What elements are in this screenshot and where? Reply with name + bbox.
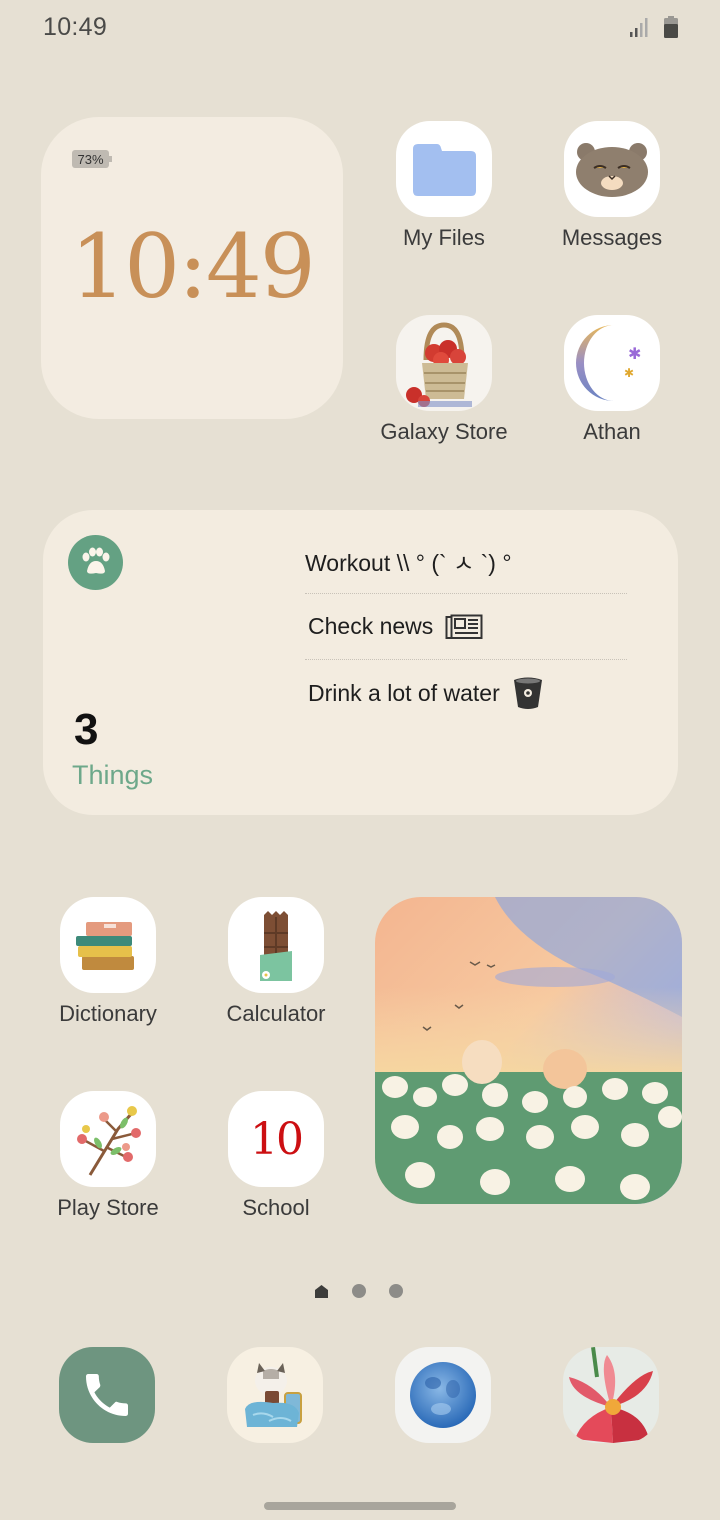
lily-flower-icon <box>569 1347 653 1443</box>
app-label: Play Store <box>57 1195 159 1220</box>
blue-moon-icon <box>410 1362 476 1428</box>
todo-count-label: Things <box>72 760 154 790</box>
widget-clock-time: 10:49 <box>70 215 316 318</box>
strawberry-basket-icon <box>396 315 492 411</box>
app-galaxy-store[interactable]: Galaxy Store <box>369 315 519 445</box>
home-gesture-bar[interactable] <box>264 1502 456 1510</box>
dock-phone[interactable] <box>59 1347 155 1443</box>
status-time: 10:49 <box>43 13 108 41</box>
widget-battery-level: 73% <box>72 150 112 168</box>
app-label: Athan <box>583 419 641 444</box>
clock-widget[interactable]: 73% 10:49 <box>41 117 343 419</box>
tulip-field-image <box>375 897 682 1204</box>
books-stack-icon <box>60 897 156 993</box>
app-label: Dictionary <box>59 1001 157 1026</box>
app-my-files[interactable]: My Files <box>369 121 519 251</box>
dock-flower-app[interactable] <box>563 1347 659 1443</box>
score-ten-icon: 10 <box>228 1091 324 1187</box>
score-ten-glyph: 10 <box>250 1113 304 1165</box>
app-label: School <box>242 1195 310 1220</box>
app-play-store[interactable]: Play Store <box>33 1091 183 1221</box>
cat-face-icon <box>564 121 660 217</box>
app-label: Messages <box>561 225 663 250</box>
todo-item-text: Drink a lot of water <box>308 679 500 706</box>
dock-cat-bed-app[interactable] <box>227 1347 323 1443</box>
cat-bed-icon <box>245 1363 302 1427</box>
todo-item-text: Check news <box>308 613 434 639</box>
app-calculator[interactable]: Calculator <box>201 897 351 1027</box>
todo-widget[interactable]: 3 Things Workout \\ ° (` ㅅ `) ° Check ne… <box>43 510 678 815</box>
newspaper-icon <box>445 614 483 640</box>
app-label: My Files <box>403 225 485 250</box>
todo-item-text: Workout \\ ° (` ㅅ `) ° <box>305 549 512 576</box>
phone-icon <box>86 1374 128 1416</box>
todo-count: 3 <box>74 705 99 754</box>
svg-text:✱: ✱ <box>628 344 641 363</box>
dock-blue-moon-app[interactable] <box>395 1347 491 1443</box>
crescent-moon-icon: ✱ ✱ <box>564 315 660 411</box>
app-school[interactable]: 10 School <box>201 1091 351 1221</box>
todo-item[interactable]: Workout \\ ° (` ㅅ `) ° <box>305 528 627 594</box>
page-dot[interactable] <box>389 1284 403 1298</box>
app-athan[interactable]: ✱ ✱ Athan <box>537 315 687 445</box>
photo-widget[interactable] <box>375 897 682 1204</box>
app-dictionary[interactable]: Dictionary <box>33 897 183 1027</box>
folder-icon <box>396 121 492 217</box>
home-page-indicator-icon[interactable] <box>314 1284 329 1298</box>
svg-text:✱: ✱ <box>624 366 634 380</box>
todo-list: Workout \\ ° (` ㅅ `) ° Check news Drink … <box>305 528 627 726</box>
app-label: Calculator <box>226 1001 326 1026</box>
berry-branch-icon <box>60 1091 156 1187</box>
app-messages[interactable]: Messages <box>537 121 687 251</box>
signal-bars-icon <box>630 18 648 37</box>
todo-item[interactable]: Check news <box>305 594 627 660</box>
todo-item[interactable]: Drink a lot of water <box>305 660 627 726</box>
battery-icon <box>664 16 678 38</box>
water-cup-icon <box>512 676 544 710</box>
app-label: Galaxy Store <box>380 419 508 444</box>
paw-icon <box>68 535 123 590</box>
page-dot[interactable] <box>352 1284 366 1298</box>
chocolate-bar-icon <box>228 897 324 993</box>
